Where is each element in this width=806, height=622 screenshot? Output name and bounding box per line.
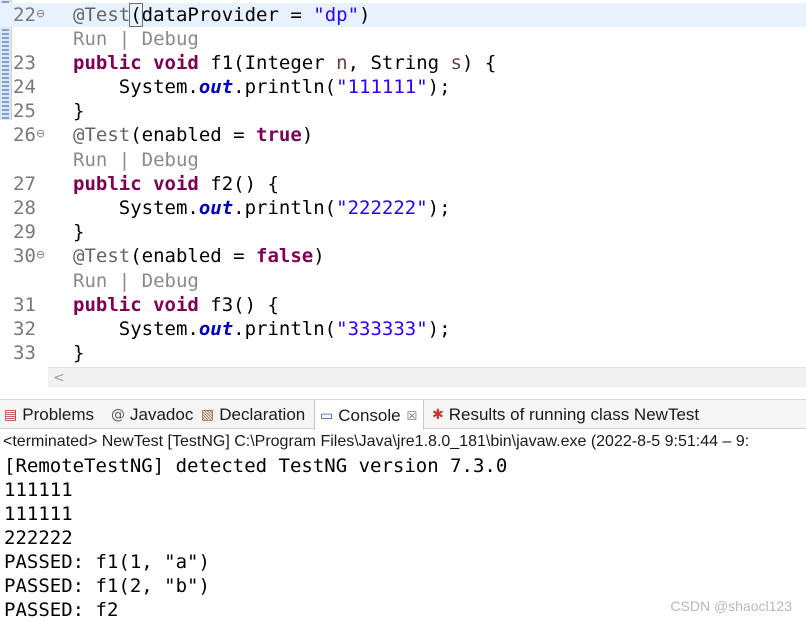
code-line[interactable]: 28 System.out.println("222222"); bbox=[0, 196, 806, 220]
line-number: 28 bbox=[13, 197, 36, 219]
codelens: Run | Debug bbox=[73, 28, 199, 50]
line-number: 33 bbox=[13, 342, 36, 364]
line-number: 24 bbox=[13, 76, 36, 98]
tab-testng-results[interactable]: ✱ Results of running class NewTest bbox=[428, 400, 703, 430]
testng-icon: ✱ bbox=[432, 407, 444, 423]
codelens-run-link[interactable]: Run bbox=[73, 149, 107, 171]
line-number: 31 bbox=[13, 294, 36, 316]
line-number: 29 bbox=[13, 221, 36, 243]
line-number: 23 bbox=[13, 52, 36, 74]
tab-declaration[interactable]: ▧ Declaration bbox=[197, 400, 309, 430]
tab-problems[interactable]: ▤ Problems bbox=[2, 400, 98, 430]
code-line[interactable]: 26 ⊖ @Test(enabled = true) bbox=[0, 123, 806, 147]
console-line: PASSED: f1(2, "b") bbox=[4, 575, 210, 597]
code-line[interactable]: 24 System.out.println("111111"); bbox=[0, 75, 806, 99]
code-line[interactable]: 32 System.out.println("333333"); bbox=[0, 317, 806, 341]
code-line[interactable]: 29 } bbox=[0, 220, 806, 244]
tab-javadoc[interactable]: @ Javadoc bbox=[107, 400, 197, 430]
codelens-debug-link[interactable]: Debug bbox=[142, 28, 199, 50]
code-line[interactable]: 31 public void f3() { bbox=[0, 293, 806, 317]
console-line: 111111 bbox=[4, 479, 73, 501]
close-icon[interactable]: ☒ bbox=[407, 409, 418, 423]
code-line[interactable]: 30 ⊖ @Test(enabled = false) bbox=[0, 244, 806, 268]
line-number: 30 bbox=[13, 245, 36, 267]
codelens-debug-link[interactable]: Debug bbox=[142, 149, 199, 171]
console-icon: ▭ bbox=[320, 407, 334, 424]
code-line[interactable]: 25 } bbox=[0, 99, 806, 123]
console-line: PASSED: f1(1, "a") bbox=[4, 551, 210, 573]
collapse-icon[interactable]: ⊖ bbox=[36, 244, 45, 266]
code-line[interactable]: 27 public void f2() { bbox=[0, 172, 806, 196]
codelens: Run | Debug bbox=[73, 149, 199, 171]
codelens-debug-link[interactable]: Debug bbox=[142, 270, 199, 292]
code-line[interactable]: 33 } bbox=[0, 341, 806, 365]
tab-console[interactable]: ▭ Console ☒ bbox=[314, 400, 425, 431]
code-line[interactable]: 22 ⊖ @Test(dataProvider = "dp") bbox=[0, 3, 806, 27]
declaration-icon: ▧ bbox=[201, 407, 215, 423]
console-line: [RemoteTestNG] detected TestNG version 7… bbox=[4, 455, 508, 477]
codelens: Run | Debug bbox=[73, 270, 199, 292]
line-number: 22 bbox=[13, 4, 36, 26]
annotation: @Test bbox=[73, 4, 131, 26]
console-status-line: <terminated> NewTest [TestNG] C:\Program… bbox=[0, 430, 806, 454]
codelens-run-link[interactable]: Run bbox=[73, 270, 107, 292]
collapse-icon[interactable]: ⊖ bbox=[36, 123, 45, 145]
horizontal-scrollbar[interactable]: < bbox=[48, 367, 806, 387]
line-number: 26 bbox=[13, 124, 36, 146]
line-number: 27 bbox=[13, 173, 36, 195]
bottom-panel-tabs: ▤ Problems @ Javadoc ▧ Declaration ▭ Console… bbox=[0, 399, 806, 431]
console-line: 111111 bbox=[4, 503, 73, 525]
line-number: 32 bbox=[13, 318, 36, 340]
code-editor[interactable]: 22 ⊖ @Test(dataProvider = "dp") Run | De… bbox=[0, 0, 806, 388]
console-line: 222222 bbox=[4, 527, 73, 549]
console-line: PASSED: f2 bbox=[4, 599, 119, 621]
problems-icon: ▤ bbox=[4, 407, 18, 423]
collapse-icon[interactable]: ⊖ bbox=[36, 3, 45, 25]
console-output[interactable]: [RemoteTestNG] detected TestNG version 7… bbox=[0, 454, 806, 622]
watermark: CSDN @shaocl123 bbox=[670, 598, 792, 614]
javadoc-icon: @ bbox=[111, 407, 125, 423]
line-number: 25 bbox=[13, 100, 36, 122]
code-line[interactable]: 23 public void f1(Integer n, String s) { bbox=[0, 51, 806, 75]
scroll-left-icon[interactable]: < bbox=[53, 368, 65, 388]
codelens-run-link[interactable]: Run bbox=[73, 28, 107, 50]
